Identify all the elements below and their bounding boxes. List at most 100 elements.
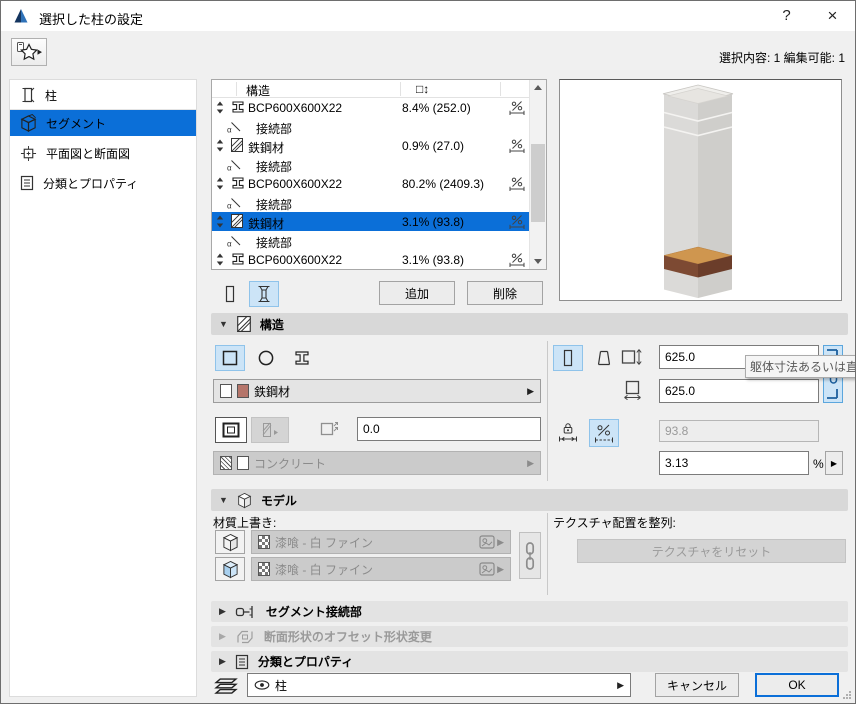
profile-offset-icon bbox=[235, 629, 255, 645]
joint-name: 接続部 bbox=[256, 160, 293, 174]
core-width-input[interactable] bbox=[659, 379, 819, 403]
material-override-label: 材質上書き: bbox=[213, 516, 277, 530]
segment-row[interactable]: BCP600X600X22 80.2% (2409.3) bbox=[212, 174, 529, 193]
segment-row[interactable]: BCP600X600X22 3.1% (93.8) bbox=[212, 250, 529, 269]
percent-dimension-toggle-icon bbox=[594, 423, 614, 443]
simple-column-icon bbox=[222, 285, 238, 303]
core-material-dropdown[interactable]: コンクリート ▶ bbox=[213, 451, 541, 475]
column-type-simple-toggle[interactable] bbox=[215, 281, 245, 307]
joint-angle-icon bbox=[227, 235, 241, 247]
column-3d-drawing bbox=[662, 84, 734, 298]
veneer-hatch-arrow-icon bbox=[260, 421, 280, 439]
core-height-dim-icon bbox=[621, 348, 643, 366]
sidebar-item-segment[interactable]: セグメント bbox=[10, 110, 196, 136]
straight-column-icon bbox=[560, 349, 576, 367]
surface-top-dropdown[interactable]: 漆喰 - 白 ファイン ▶ bbox=[251, 530, 511, 554]
add-segment-button[interactable]: 追加 bbox=[379, 281, 455, 305]
veneer-toggle-button[interactable] bbox=[215, 417, 247, 443]
ok-button[interactable]: OK bbox=[755, 673, 839, 697]
delete-segment-button[interactable]: 削除 bbox=[467, 281, 543, 305]
surface-checker-swatch bbox=[258, 562, 270, 576]
dropdown-arrow-icon: ▶ bbox=[617, 679, 624, 690]
favorites-button[interactable] bbox=[11, 38, 47, 66]
joint-angle-icon bbox=[227, 197, 241, 209]
core-width-dim-icon bbox=[623, 380, 643, 400]
shape-square-toggle[interactable] bbox=[215, 345, 245, 371]
scroll-up-arrow[interactable] bbox=[530, 80, 546, 95]
core-material-value: コンクリート bbox=[254, 456, 327, 471]
surface-side-button[interactable] bbox=[215, 557, 245, 581]
shape-circle-toggle[interactable] bbox=[251, 345, 281, 371]
panel-profile-offset[interactable]: ▶ 断面形状のオフセット形状変更 bbox=[211, 626, 848, 647]
surface-side-dropdown[interactable]: 漆喰 - 白 ファイン ▶ bbox=[251, 557, 511, 581]
joint-row[interactable]: 接続部 bbox=[212, 155, 529, 174]
percent-dimension-icon bbox=[509, 176, 525, 191]
column-straight-toggle[interactable] bbox=[553, 345, 583, 371]
section-divider bbox=[547, 513, 548, 595]
eye-icon bbox=[254, 680, 270, 690]
cube-side-icon bbox=[222, 560, 239, 579]
segment-ratio: 8.4% (252.0) bbox=[402, 101, 471, 115]
link-surfaces-button[interactable] bbox=[519, 532, 541, 579]
sidebar-item-column[interactable]: 柱 bbox=[10, 82, 196, 108]
collapse-open-icon: ▼ bbox=[219, 495, 228, 505]
section-divider bbox=[547, 341, 548, 481]
surface-top-button[interactable] bbox=[215, 530, 245, 554]
scroll-down-arrow[interactable] bbox=[530, 254, 546, 269]
picture-icon bbox=[479, 562, 495, 576]
layer-value: 柱 bbox=[275, 678, 288, 693]
model-section-header[interactable]: ▼ モデル bbox=[211, 489, 848, 511]
percent-options-button[interactable]: ▶ bbox=[825, 451, 843, 475]
layer-dropdown[interactable]: 柱 ▶ bbox=[247, 673, 631, 697]
segment-row-selected[interactable]: 鉄鋼材 3.1% (93.8) bbox=[212, 212, 529, 231]
joint-row[interactable]: 接続部 bbox=[212, 117, 529, 136]
segment-joint-icon bbox=[235, 604, 257, 620]
sidebar-item-classification[interactable]: 分類とプロパティ bbox=[10, 170, 196, 196]
help-button[interactable]: ? bbox=[764, 1, 809, 31]
veneer-offset-icon bbox=[319, 419, 339, 437]
resize-grip[interactable] bbox=[842, 690, 852, 700]
material-cut-swatch bbox=[220, 384, 232, 398]
reset-texture-button[interactable]: テクスチャをリセット bbox=[577, 539, 846, 563]
percent-dimension-icon bbox=[509, 252, 525, 267]
sidebar-item-plan-section[interactable]: 平面図と断面図 bbox=[10, 140, 196, 166]
sidebar-item-label: セグメント bbox=[46, 116, 107, 131]
structure-section-header[interactable]: ▼ 構造 bbox=[211, 313, 848, 335]
dropdown-arrow-icon: ▶ bbox=[527, 385, 534, 396]
segment-table: 構造 □↕ BCP600X600X22 8.4% (252.0) 接続部 鉄鋼材… bbox=[211, 79, 547, 270]
segment-row[interactable]: BCP600X600X22 8.4% (252.0) bbox=[212, 98, 529, 117]
shape-profile-toggle[interactable] bbox=[287, 345, 317, 371]
percent-length-toggle[interactable] bbox=[589, 419, 619, 447]
cancel-button[interactable]: キャンセル bbox=[655, 673, 739, 697]
joint-name: 接続部 bbox=[256, 198, 293, 212]
table-scrollbar[interactable] bbox=[529, 80, 546, 269]
selection-info: 選択内容: 1 編集可能: 1 bbox=[718, 51, 845, 65]
column-tapered-toggle[interactable] bbox=[589, 345, 619, 371]
joint-row[interactable]: 接続部 bbox=[212, 231, 529, 250]
column-3d-preview[interactable] bbox=[559, 79, 842, 301]
veneer-offset-input[interactable] bbox=[357, 417, 541, 441]
surface-side-value: 漆喰 - 白 ファイン bbox=[275, 562, 373, 577]
scroll-thumb[interactable] bbox=[531, 144, 545, 222]
surface-picker: ▶ bbox=[479, 562, 504, 576]
structure-section-title: 構造 bbox=[259, 317, 284, 332]
fixed-length-field[interactable] bbox=[659, 420, 819, 442]
core-color-swatch bbox=[237, 456, 249, 470]
surface-checker-swatch bbox=[258, 535, 270, 549]
texture-align-label: テクスチャ配置を整列: bbox=[553, 516, 676, 530]
segment-row[interactable]: 鉄鋼材 0.9% (27.0) bbox=[212, 136, 529, 155]
layers-icon bbox=[213, 675, 239, 696]
percent-length-input[interactable] bbox=[659, 451, 809, 475]
fixed-length-toggle[interactable] bbox=[553, 419, 583, 447]
close-button[interactable]: × bbox=[810, 1, 855, 31]
segment-ratio: 80.2% (2409.3) bbox=[402, 177, 485, 191]
segment-name: BCP600X600X22 bbox=[248, 253, 343, 267]
panel-segment-joint[interactable]: ▶ セグメント接続部 bbox=[211, 601, 848, 622]
building-material-dropdown[interactable]: 鉄鋼材 ▶ bbox=[213, 379, 541, 403]
fill-hatch-icon bbox=[231, 138, 243, 152]
panel-classification[interactable]: ▶ 分類とプロパティ bbox=[211, 651, 848, 672]
column-type-flared-toggle[interactable] bbox=[249, 281, 279, 307]
joint-row[interactable]: 接続部 bbox=[212, 193, 529, 212]
veneer-type-button[interactable] bbox=[251, 417, 289, 443]
dropdown-arrow-icon: ▶ bbox=[497, 563, 504, 574]
